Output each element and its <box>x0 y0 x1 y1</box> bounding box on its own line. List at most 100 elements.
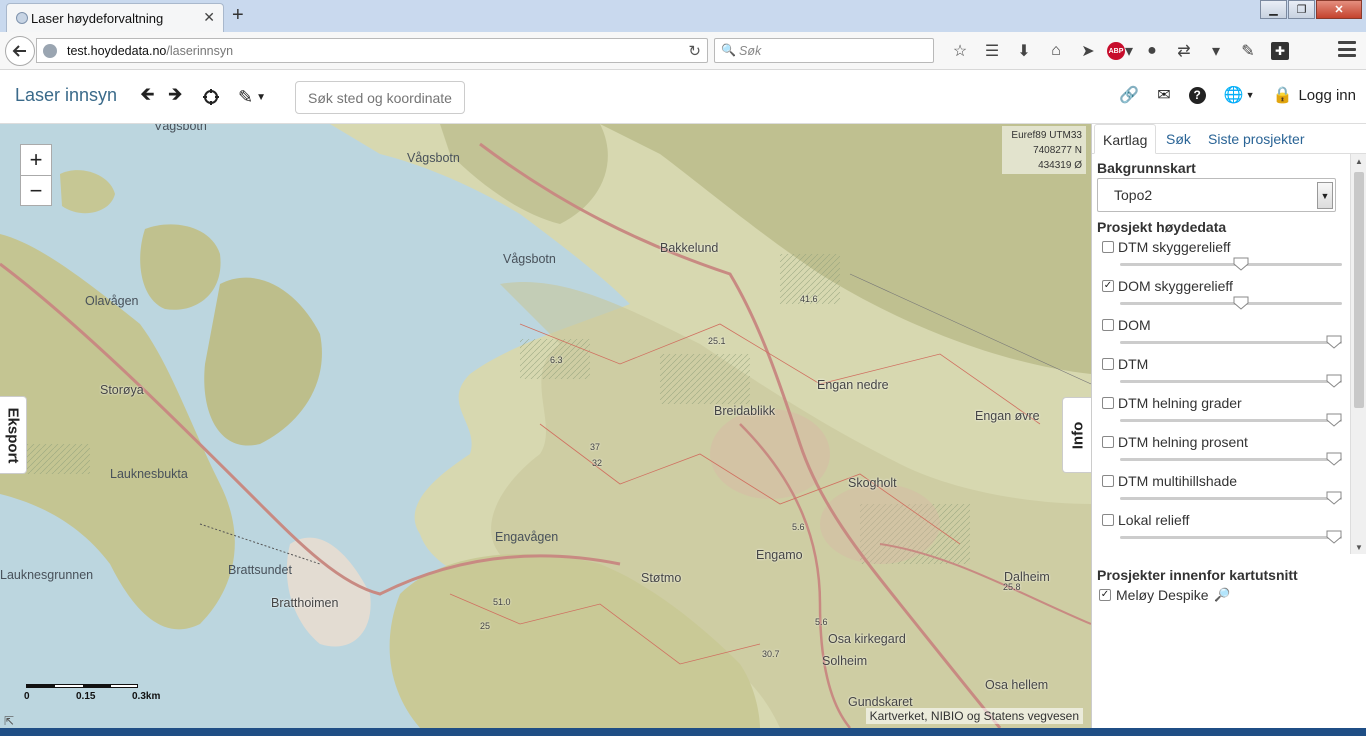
layer-label: DOM skyggerelieff <box>1118 278 1233 294</box>
location-search-input[interactable] <box>295 81 465 114</box>
opacity-slider-track[interactable] <box>1120 419 1342 422</box>
spot-height: 37 <box>590 442 601 452</box>
opacity-slider-thumb[interactable] <box>1233 296 1249 310</box>
spot-height: 30.7 <box>762 649 780 659</box>
scroll-down-icon[interactable]: ▼ <box>1351 540 1366 554</box>
chat-icon[interactable]: ● <box>1136 40 1168 62</box>
coordinate-readout: Euref89 UTM33 7408277 N 434319 Ø <box>1002 126 1086 174</box>
chevron-down-icon[interactable]: ▼ <box>1317 182 1333 209</box>
info-tab-label: Info <box>1069 421 1086 449</box>
place-label: Solheim <box>822 654 868 668</box>
background-map-value: Topo2 <box>1114 187 1153 203</box>
opacity-slider-track[interactable] <box>1120 497 1342 500</box>
link-icon[interactable]: 🔗 <box>1119 85 1139 105</box>
sync-icon[interactable]: ⇄ <box>1168 40 1200 62</box>
layer-checkbox[interactable] <box>1102 397 1114 409</box>
close-tab-icon[interactable]: ✕ <box>203 9 215 26</box>
layer-label: DTM helning grader <box>1118 395 1242 411</box>
puzzle-icon[interactable]: ✚ <box>1264 40 1296 62</box>
map-canvas[interactable]: Vågsbotn Vågsbotn Vågsbotn Bakkelund Ola… <box>0 124 1091 728</box>
help-icon[interactable]: ? <box>1188 86 1206 104</box>
panel-scrollbar[interactable]: ▲ ▼ <box>1350 154 1366 554</box>
layer-row: Lokal relieff <box>1092 509 1350 548</box>
send-icon[interactable]: ➤ <box>1072 40 1104 62</box>
layer-checkbox[interactable]: ✓ <box>1102 280 1114 292</box>
tab-kartlag[interactable]: Kartlag <box>1094 124 1157 154</box>
layer-checkbox[interactable] <box>1102 514 1114 526</box>
opacity-slider-thumb[interactable] <box>1326 452 1342 466</box>
forward-arrow-icon[interactable]: 🡺 <box>168 84 183 110</box>
opacity-slider-thumb[interactable] <box>1326 335 1342 349</box>
export-tab[interactable]: Eksport <box>0 396 27 474</box>
extension-icon[interactable]: ✎ <box>1232 40 1264 62</box>
export-tab-label: Eksport <box>4 407 22 463</box>
app-brand[interactable]: Laser innsyn <box>15 85 117 106</box>
locate-crosshair-icon[interactable] <box>202 84 220 110</box>
layer-row: ✓ DOM skyggerelieff <box>1092 275 1350 314</box>
layer-checkbox[interactable] <box>1102 241 1114 253</box>
browser-tab-bar: Laser høydeforvaltning ✕ + ▁ ❐ ✕ <box>0 0 1366 32</box>
home-icon[interactable]: ⌂ <box>1040 40 1072 62</box>
back-arrow-icon[interactable]: 🡸 <box>140 84 155 110</box>
envelope-icon[interactable]: ✉ <box>1157 85 1170 105</box>
url-bar[interactable]: test.hoydedata.no/laserinnsyn ↻ <box>36 38 708 63</box>
reload-icon[interactable]: ↻ <box>688 42 701 60</box>
opacity-slider-track[interactable] <box>1120 380 1342 383</box>
spot-height: 6.3 <box>550 355 563 365</box>
new-tab-button[interactable]: + <box>232 4 244 26</box>
opacity-slider-track[interactable] <box>1120 458 1342 461</box>
place-label: Bratthoimen <box>271 596 339 610</box>
opacity-slider-track[interactable] <box>1120 263 1342 266</box>
draw-pencil-icon[interactable]: ✎ ▼ <box>238 84 266 110</box>
opacity-slider-track[interactable] <box>1120 536 1342 539</box>
opacity-slider-thumb[interactable] <box>1326 413 1342 427</box>
layers-heading: Prosjekt høydedata <box>1097 219 1227 235</box>
download-icon[interactable]: ⬇ <box>1008 40 1040 62</box>
opacity-slider-thumb[interactable] <box>1326 491 1342 505</box>
globe-language-icon[interactable]: 🌐 ▼ <box>1224 85 1255 105</box>
place-label: Osa kirkegard <box>828 632 906 646</box>
layer-label: Lokal relieff <box>1118 512 1190 528</box>
opacity-slider-track[interactable] <box>1120 341 1342 344</box>
place-label: Brattsundet <box>228 563 292 577</box>
login-label: Logg inn <box>1298 86 1356 104</box>
tab-sok[interactable]: Søk <box>1158 124 1199 154</box>
zoom-to-icon[interactable]: 🔎 <box>1214 587 1230 603</box>
zoom-in-button[interactable]: + <box>21 145 51 175</box>
minimize-button[interactable]: ▁ <box>1260 0 1287 19</box>
project-checkbox[interactable]: ✓ <box>1099 589 1111 601</box>
reading-list-icon[interactable]: ☰ <box>976 40 1008 62</box>
tab-siste-prosjekter[interactable]: Siste prosjekter <box>1200 124 1312 154</box>
layer-checkbox[interactable] <box>1102 475 1114 487</box>
back-button[interactable] <box>5 36 35 66</box>
place-label: Vågsbotn <box>503 252 556 266</box>
maximize-button[interactable]: ❐ <box>1288 0 1315 19</box>
opacity-slider-thumb[interactable] <box>1233 257 1249 271</box>
bookmark-star-icon[interactable]: ☆ <box>944 40 976 62</box>
background-map-select[interactable]: Topo2 ▼ <box>1097 178 1336 212</box>
opacity-slider-thumb[interactable] <box>1326 374 1342 388</box>
browser-search-input[interactable]: 🔍 Søk <box>714 38 934 63</box>
opacity-slider-thumb[interactable] <box>1326 530 1342 544</box>
map-terrain <box>0 124 1091 728</box>
scroll-up-icon[interactable]: ▲ <box>1351 154 1366 168</box>
close-window-button[interactable]: ✕ <box>1316 0 1362 19</box>
layer-checkbox[interactable] <box>1102 436 1114 448</box>
info-tab[interactable]: Info <box>1062 397 1091 473</box>
login-button[interactable]: 🔒 Logg inn <box>1273 85 1356 105</box>
projects-heading: Prosjekter innenfor kartutsnitt <box>1097 567 1298 583</box>
opacity-slider-track[interactable] <box>1120 302 1342 305</box>
overflow-chevron-icon[interactable]: ▾ <box>1200 40 1232 62</box>
browser-tab[interactable]: Laser høydeforvaltning ✕ <box>6 3 224 32</box>
layer-checkbox[interactable] <box>1102 319 1114 331</box>
layer-label: DTM skyggerelieff <box>1118 239 1231 255</box>
scrollbar-thumb[interactable] <box>1354 172 1364 408</box>
resize-arrow-icon[interactable]: ⇱ <box>4 714 14 728</box>
zoom-out-button[interactable]: − <box>21 175 51 205</box>
menu-icon[interactable] <box>1338 41 1356 57</box>
search-icon: 🔍 <box>721 43 736 57</box>
project-row[interactable]: ✓ Meløy Despike 🔎 <box>1092 584 1350 606</box>
spot-height: 5.6 <box>792 522 805 532</box>
adblock-icon[interactable]: ABP ▾ <box>1104 40 1136 62</box>
layer-checkbox[interactable] <box>1102 358 1114 370</box>
